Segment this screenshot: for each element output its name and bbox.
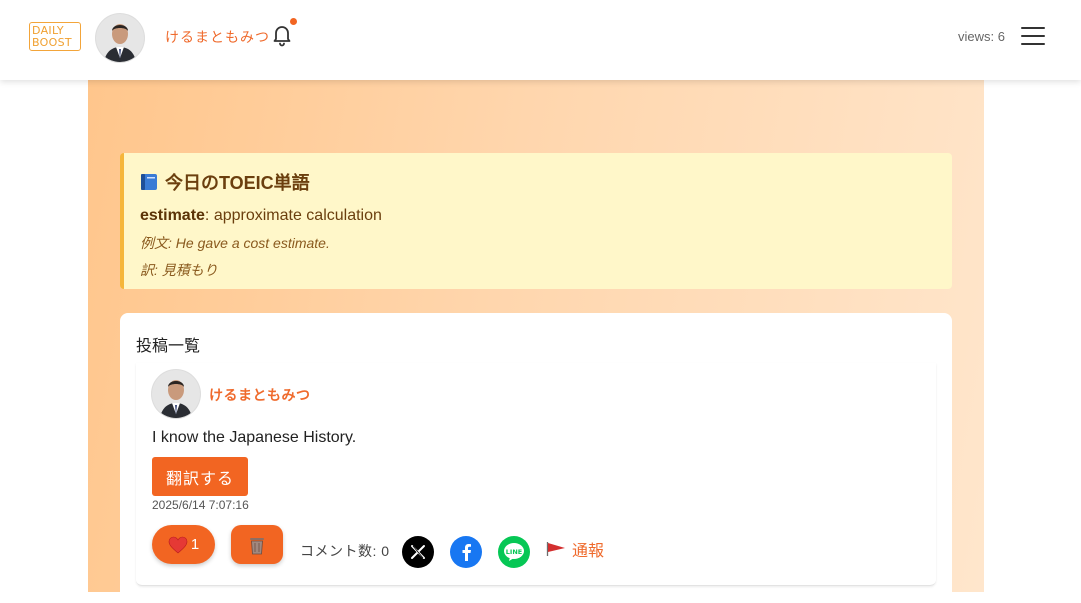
like-button[interactable]: 1 xyxy=(152,525,215,564)
word-definition-line: estimate: approximate calculation xyxy=(140,207,952,225)
post-timestamp: 2025/6/14 7:07:16 xyxy=(152,498,249,512)
logo-text-daily: DAILY xyxy=(32,23,64,37)
daily-boost-logo[interactable]: DAILY BOOST xyxy=(29,22,81,51)
translate-button[interactable]: 翻訳する xyxy=(152,457,248,496)
report-label: 通報 xyxy=(572,543,605,560)
x-logo-icon[interactable] xyxy=(402,536,434,568)
posts-heading: 投稿一覧 xyxy=(136,338,201,355)
trash-icon xyxy=(250,537,264,554)
facebook-logo-icon[interactable] xyxy=(450,536,482,568)
post-item: けるまともみつ I know the Japanese History. 翻訳す… xyxy=(136,363,936,586)
main-content: 今日のTOEIC単語 estimate: approximate calcula… xyxy=(88,80,984,603)
word-card-title: 今日のTOEIC単語 xyxy=(140,169,952,195)
header-avatar[interactable] xyxy=(96,14,144,62)
vocab-example: 例文: He gave a cost estimate. xyxy=(140,235,330,251)
views-counter: views: 6 xyxy=(958,29,1005,44)
comment-count[interactable]: コメント数: 0 xyxy=(300,541,390,561)
svg-text:LINE: LINE xyxy=(506,548,522,556)
post-content: I know the Japanese History. xyxy=(152,429,357,446)
delete-button[interactable] xyxy=(231,525,283,564)
red-flag-icon xyxy=(546,542,565,556)
report-link[interactable]: 通報 xyxy=(546,537,604,561)
logo-text-boost: BOOST xyxy=(32,35,72,49)
bell-icon[interactable] xyxy=(270,23,294,47)
vocab-translation: 訳: 見積もり xyxy=(140,262,218,278)
toeic-word-card: 今日のTOEIC単語 estimate: approximate calcula… xyxy=(120,153,952,289)
vocab-word: estimate xyxy=(140,207,205,224)
line-logo-icon[interactable]: LINE xyxy=(498,536,530,568)
post-username[interactable]: けるまともみつ xyxy=(209,385,311,405)
word-card-title-text: 今日のTOEIC単語 xyxy=(165,173,310,193)
vocab-definition: : approximate calculation xyxy=(204,207,382,224)
posts-list-card: 投稿一覧 けるまともみつ I know the Japanese History… xyxy=(120,313,952,603)
header-username[interactable]: けるまともみつ xyxy=(165,27,270,47)
like-count: 1 xyxy=(190,536,200,553)
hamburger-menu-icon[interactable] xyxy=(1021,27,1045,47)
top-header: DAILY BOOST けるまともみつ views: 6 xyxy=(0,0,1081,80)
heart-icon xyxy=(168,536,188,553)
book-icon xyxy=(140,173,159,191)
post-avatar[interactable] xyxy=(152,370,200,418)
notification-dot xyxy=(290,18,297,25)
